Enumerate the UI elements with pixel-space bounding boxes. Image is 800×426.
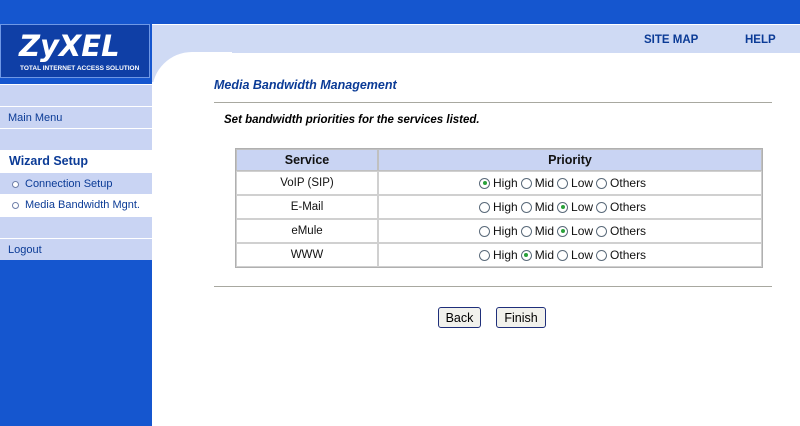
priority-table: Service Priority VoIP (SIP) High Mid Low Ot… [235, 148, 763, 268]
radio-button[interactable] [557, 249, 569, 261]
header-nav: SITE MAP HELP [152, 24, 800, 53]
priority-option-low[interactable]: Low [557, 200, 593, 214]
sidebar-spacer [0, 128, 152, 150]
radio-button[interactable] [520, 225, 532, 237]
back-button[interactable]: Back [438, 307, 481, 328]
service-name: E-Mail [236, 195, 378, 219]
radio-label: Low [571, 200, 594, 214]
radio-button[interactable] [479, 225, 490, 237]
top-bar [152, 0, 800, 24]
help-link[interactable]: HELP [745, 34, 776, 46]
radio-label: High [493, 224, 518, 238]
radio-label: Others [610, 176, 647, 190]
sidebar-spacer [0, 84, 152, 106]
priority-option-high[interactable]: High [479, 200, 518, 214]
priority-option-high[interactable]: High [479, 176, 518, 190]
radio-button[interactable] [479, 201, 490, 213]
radio-button[interactable] [520, 177, 532, 189]
radio-label: Others [610, 248, 647, 262]
column-header-priority: Priority [378, 149, 762, 171]
bullet-icon [12, 180, 19, 188]
logo-tagline: TOTAL INTERNET ACCESS SOLUTION [20, 65, 140, 72]
logo-text: ZyXEL [19, 29, 120, 63]
radio-button[interactable] [596, 201, 608, 213]
priority-options: High Mid Low Others [378, 171, 762, 195]
priority-options: High Mid Low Others [378, 195, 762, 219]
radio-label: High [493, 176, 518, 190]
finish-button[interactable]: Finish [496, 307, 546, 328]
service-name: VoIP (SIP) [236, 171, 378, 195]
sidebar-item-label: Main Menu [8, 112, 63, 124]
radio-label: Low [571, 176, 594, 190]
priority-option-low[interactable]: Low [557, 224, 593, 238]
radio-label: Mid [534, 248, 555, 262]
sidebar-item-main-menu[interactable]: Main Menu [0, 106, 152, 128]
priority-option-high[interactable]: High [479, 248, 518, 262]
radio-button[interactable] [596, 249, 608, 261]
page-title: Media Bandwidth Management [214, 78, 397, 92]
site-map-link[interactable]: SITE MAP [644, 34, 698, 46]
radio-button[interactable] [479, 177, 490, 189]
table-row: WWW High Mid Low Others [236, 243, 762, 267]
table-header-row: Service Priority [236, 149, 762, 171]
column-header-service: Service [236, 149, 378, 171]
radio-button[interactable] [520, 249, 532, 261]
radio-button[interactable] [596, 225, 608, 237]
radio-button[interactable] [479, 249, 490, 261]
priority-option-mid[interactable]: Mid [520, 176, 555, 190]
priority-option-others[interactable]: Others [596, 224, 646, 238]
radio-label: High [493, 200, 518, 214]
left-nav-panel: ZyXEL TOTAL INTERNET ACCESS SOLUTION Mai… [0, 0, 152, 426]
radio-label: Low [571, 248, 594, 262]
instruction-text: Set bandwidth priorities for the service… [224, 114, 480, 126]
sidebar-item-connection-setup[interactable]: Connection Setup [0, 172, 152, 194]
service-name: eMule [236, 219, 378, 243]
priority-option-low[interactable]: Low [557, 248, 593, 262]
priority-option-mid[interactable]: Mid [520, 224, 555, 238]
priority-option-mid[interactable]: Mid [520, 248, 555, 262]
sidebar-item-label: Media Bandwidth Mgnt. [25, 199, 140, 211]
table-row: E-Mail High Mid Low Others [236, 195, 762, 219]
sidebar-section-label: Wizard Setup [9, 154, 89, 168]
priority-option-others[interactable]: Others [596, 200, 646, 214]
sidebar-spacer [0, 216, 152, 238]
divider [214, 102, 772, 104]
priority-option-mid[interactable]: Mid [520, 200, 555, 214]
radio-label: Mid [534, 200, 555, 214]
bullet-icon [12, 201, 19, 209]
priority-options: High Mid Low Others [378, 243, 762, 267]
table-row: VoIP (SIP) High Mid Low Others [236, 171, 762, 195]
sidebar-section-wizard-setup[interactable]: Wizard Setup [0, 150, 152, 172]
zyxel-logo: ZyXEL TOTAL INTERNET ACCESS SOLUTION [0, 24, 150, 78]
radio-label: Low [571, 224, 594, 238]
table-row: eMule High Mid Low Others [236, 219, 762, 243]
divider [214, 286, 772, 288]
radio-button[interactable] [557, 201, 569, 213]
priority-option-low[interactable]: Low [557, 176, 593, 190]
priority-options: High Mid Low Others [378, 219, 762, 243]
sidebar-item-media-bandwidth[interactable]: Media Bandwidth Mgnt. [0, 194, 152, 216]
sidebar-item-logout[interactable]: Logout [0, 238, 152, 260]
radio-button[interactable] [596, 177, 608, 189]
priority-option-others[interactable]: Others [596, 248, 646, 262]
radio-button[interactable] [557, 225, 569, 237]
sidebar-item-label: Logout [8, 244, 42, 256]
radio-label: Mid [534, 224, 555, 238]
radio-label: Others [610, 200, 647, 214]
radio-button[interactable] [520, 201, 532, 213]
radio-label: Others [610, 224, 647, 238]
radio-label: Mid [534, 176, 555, 190]
priority-option-others[interactable]: Others [596, 176, 646, 190]
radio-button[interactable] [557, 177, 569, 189]
radio-label: High [493, 248, 518, 262]
service-name: WWW [236, 243, 378, 267]
priority-option-high[interactable]: High [479, 224, 518, 238]
sidebar-item-label: Connection Setup [25, 178, 113, 190]
